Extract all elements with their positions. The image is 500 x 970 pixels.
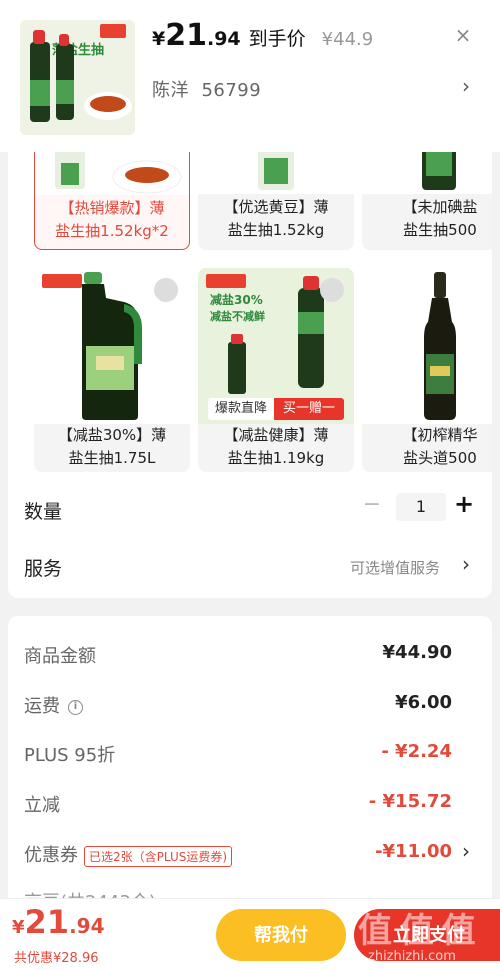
coupon-value: -¥11.00 bbox=[375, 841, 452, 862]
price-integer: 21 bbox=[165, 18, 207, 53]
shipping-label: 运费 bbox=[24, 696, 60, 717]
instant-discount-row: 立减 - ¥15.72 bbox=[8, 787, 492, 817]
pay-now-button[interactable]: 立即支付 bbox=[354, 909, 500, 961]
promo-line2: 减盐不减鲜 bbox=[210, 309, 265, 323]
chevron-right-icon[interactable]: › bbox=[462, 552, 470, 576]
quantity-decrease-button[interactable]: − bbox=[360, 492, 384, 517]
variant-label: 【初榨精华 盐头道500 bbox=[402, 426, 478, 467]
total-integer: 21 bbox=[24, 903, 70, 941]
promo-tag-buy-one-get-one: 买一赠一 bbox=[274, 398, 344, 420]
shipping-row: 运费 i ¥6.00 bbox=[8, 688, 492, 718]
coupon-label-wrap: 优惠券 已选2张（含PLUS运费券) bbox=[24, 841, 233, 867]
variant-image bbox=[198, 152, 354, 194]
coupon-selected-tag: 已选2张（含PLUS运费券) bbox=[84, 845, 233, 867]
variant-option[interactable]: 【减盐30%】薄 盐生抽1.75L bbox=[34, 268, 190, 472]
promo-tag-price-drop: 爆款直降 bbox=[208, 398, 274, 420]
price-decimal: .94 bbox=[206, 28, 241, 50]
address-name: 陈洋 bbox=[152, 80, 189, 101]
product-options-card: 【热销爆款】薄 盐生抽1.52kg*2 【优选黄豆】薄 盐生抽1.52kg 【未… bbox=[8, 152, 492, 598]
variant-label: 【优选黄豆】薄 盐生抽1.52kg bbox=[223, 198, 329, 239]
variant-option[interactable]: 【初榨精华 盐头道500 bbox=[362, 268, 492, 472]
soy-sauce-product-image: 薄盐生抽 bbox=[20, 20, 135, 135]
goods-amount-row: 商品金额 ¥44.90 bbox=[8, 638, 492, 668]
info-icon[interactable]: i bbox=[68, 699, 83, 715]
variant-image: 减盐30% 减盐不减鲜 爆款直降 买一赠一 bbox=[198, 268, 354, 424]
variant-label: 【未加碘盐 盐生抽500 bbox=[402, 198, 478, 239]
price-detail-card: 商品金额 ¥44.90 运费 i ¥6.00 PLUS 95折 - ¥2.24 立… bbox=[8, 616, 492, 916]
service-label: 服务 bbox=[24, 558, 63, 580]
final-price: ¥ 21 .94 到手价 ¥44.9 bbox=[152, 18, 373, 58]
variant-image bbox=[362, 268, 492, 424]
service-option[interactable]: 可选增值服务 bbox=[350, 557, 440, 578]
plus-discount-value: - ¥2.24 bbox=[381, 741, 452, 762]
expand-icon[interactable] bbox=[320, 278, 344, 302]
variant-option[interactable]: 【热销爆款】薄 盐生抽1.52kg*2 bbox=[34, 152, 190, 250]
plus-discount-row: PLUS 95折 - ¥2.24 bbox=[8, 737, 492, 767]
close-icon[interactable]: × bbox=[452, 24, 474, 46]
quantity-input[interactable]: 1 bbox=[396, 493, 446, 521]
expand-icon[interactable] bbox=[154, 278, 178, 302]
instant-discount-label: 立减 bbox=[24, 795, 60, 816]
variant-image bbox=[34, 268, 190, 424]
variant-option[interactable]: 【未加碘盐 盐生抽500 bbox=[362, 152, 492, 250]
soy-sauce-bottle-icon bbox=[55, 152, 182, 194]
goods-amount-value: ¥44.90 bbox=[382, 642, 452, 663]
goods-amount-label: 商品金额 bbox=[24, 646, 96, 667]
quantity-label: 数量 bbox=[24, 501, 63, 523]
order-summary-header: 薄盐生抽 ¥ 21 .94 到手价 ¥44.9 × 陈洋 56799 › bbox=[0, 0, 500, 152]
plus-discount-label: PLUS 95折 bbox=[24, 745, 116, 766]
variant-option[interactable]: 【优选黄豆】薄 盐生抽1.52kg bbox=[198, 152, 354, 250]
help-pay-button[interactable]: 帮我付 bbox=[216, 909, 346, 961]
instant-discount-value: - ¥15.72 bbox=[368, 791, 452, 812]
address-code: 56799 bbox=[201, 80, 262, 101]
chevron-right-icon[interactable]: › bbox=[462, 839, 470, 863]
total-saved: 共优惠¥28.96 bbox=[14, 951, 99, 966]
price-currency: ¥ bbox=[152, 28, 166, 50]
chevron-right-icon[interactable]: › bbox=[462, 74, 470, 98]
variant-image bbox=[35, 152, 189, 195]
final-price-label: 到手价 bbox=[248, 28, 306, 50]
quantity-increase-button[interactable]: + bbox=[452, 490, 476, 518]
soy-sauce-bottle-icon bbox=[258, 152, 294, 190]
variant-option[interactable]: 减盐30% 减盐不减鲜 爆款直降 买一赠一 【减盐健康】薄 盐生抽1.19kg bbox=[198, 268, 354, 472]
variant-label: 【热销爆款】薄 盐生抽1.52kg*2 bbox=[55, 199, 169, 240]
original-price: ¥44.9 bbox=[321, 29, 374, 50]
product-thumbnail: 薄盐生抽 bbox=[20, 20, 135, 135]
shipping-label-wrap: 运费 i bbox=[24, 692, 83, 718]
soy-sauce-bottle-icon bbox=[424, 272, 456, 420]
checkout-bar: ¥ 21 .94 共优惠¥28.96 帮我付 立即支付 值 值 值 zhizhi… bbox=[0, 898, 500, 970]
shipping-value: ¥6.00 bbox=[395, 692, 452, 713]
promo-line1: 减盐30% bbox=[210, 292, 263, 307]
total-price: ¥ 21 .94 bbox=[12, 903, 105, 941]
coupon-label: 优惠券 bbox=[24, 845, 78, 866]
coupon-row[interactable]: 优惠券 已选2张（含PLUS运费券) -¥11.00 › bbox=[8, 837, 492, 867]
total-currency: ¥ bbox=[12, 917, 25, 938]
delivery-address[interactable]: 陈洋 56799 bbox=[152, 76, 261, 102]
variant-label: 【减盐30%】薄 盐生抽1.75L bbox=[57, 426, 167, 467]
variant-image bbox=[362, 152, 492, 194]
total-decimal: .94 bbox=[69, 914, 105, 938]
variant-label: 【减盐健康】薄 盐生抽1.19kg bbox=[223, 426, 329, 467]
soy-sauce-bottle-icon bbox=[422, 152, 456, 190]
